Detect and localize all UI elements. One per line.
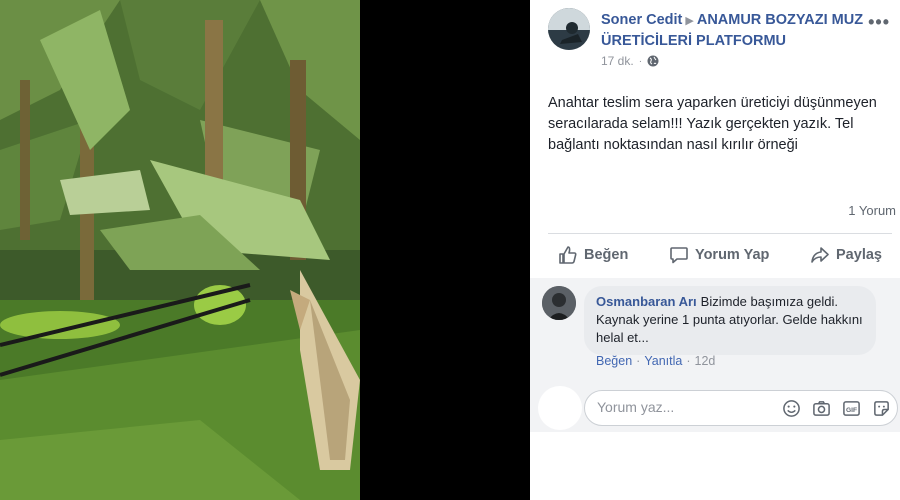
comment-actions: Beğen · Yanıtla · 12d	[596, 354, 715, 368]
current-user-avatar	[538, 386, 582, 430]
post-title: Soner Cedit ▶ ANAMUR BOZYAZI MUZ ÜRETİCİLE…	[601, 10, 871, 51]
comment-input-box[interactable]: GIF	[584, 390, 898, 426]
input-icons: GIF	[781, 398, 891, 418]
panel-bottom	[530, 432, 900, 500]
reply-row: GIF	[530, 382, 900, 432]
camera-icon[interactable]	[811, 398, 831, 418]
gif-icon[interactable]: GIF	[841, 398, 861, 418]
meta-separator: ·	[638, 55, 643, 67]
author-avatar[interactable]	[548, 8, 590, 50]
share-label: Paylaş	[836, 247, 882, 263]
comment-input[interactable]	[597, 399, 767, 415]
post-meta: 17 dk. ·	[601, 54, 659, 68]
emoji-icon[interactable]	[781, 398, 801, 418]
photo-letterbox	[360, 0, 530, 500]
post-actions: Beğen Yorum Yap Paylaş	[548, 238, 892, 272]
commenter-avatar[interactable]	[542, 286, 576, 320]
like-icon	[559, 246, 577, 264]
comment-button[interactable]: Yorum Yap	[669, 238, 769, 272]
like-button[interactable]: Beğen	[558, 238, 628, 272]
comment-bubble: Osmanbaran Arı Bizimde başımıza geldi. Ka…	[584, 286, 876, 355]
post-time[interactable]: 17 dk.	[601, 54, 634, 68]
more-icon[interactable]: •••	[868, 12, 890, 33]
svg-text:GIF: GIF	[845, 406, 856, 413]
comment-reply-link[interactable]: Yanıtla	[644, 354, 682, 368]
post-header: Soner Cedit ▶ ANAMUR BOZYAZI MUZ ÜRETİCİLE…	[548, 8, 892, 68]
divider	[548, 233, 892, 234]
arrow-right-icon: ▶	[685, 15, 694, 27]
post-photo[interactable]	[0, 0, 360, 500]
comment-like-link[interactable]: Beğen	[596, 354, 632, 368]
commenter-name[interactable]: Osmanbaran Arı	[596, 294, 697, 309]
like-label: Beğen	[584, 247, 629, 263]
globe-icon	[647, 55, 659, 67]
post-panel: Soner Cedit ▶ ANAMUR BOZYAZI MUZ ÜRETİCİLE…	[530, 0, 900, 500]
photo-viewer: Soner Cedit ▶ ANAMUR BOZYAZI MUZ ÜRETİCİLE…	[0, 0, 900, 500]
share-button[interactable]: Paylaş	[810, 238, 882, 272]
share-icon	[811, 247, 829, 263]
sticker-icon[interactable]	[871, 398, 891, 418]
comment-icon	[670, 247, 688, 264]
separator: ·	[636, 354, 641, 368]
comment-label: Yorum Yap	[694, 247, 770, 263]
comment-count[interactable]: 1 Yorum	[848, 203, 896, 218]
author-name[interactable]: Soner Cedit	[601, 12, 682, 28]
separator: ·	[686, 354, 691, 368]
comment-time[interactable]: 12d	[695, 354, 716, 368]
post-text: Anahtar teslim sera yaparken üreticiyi d…	[548, 95, 877, 153]
photo-area[interactable]	[0, 0, 530, 500]
